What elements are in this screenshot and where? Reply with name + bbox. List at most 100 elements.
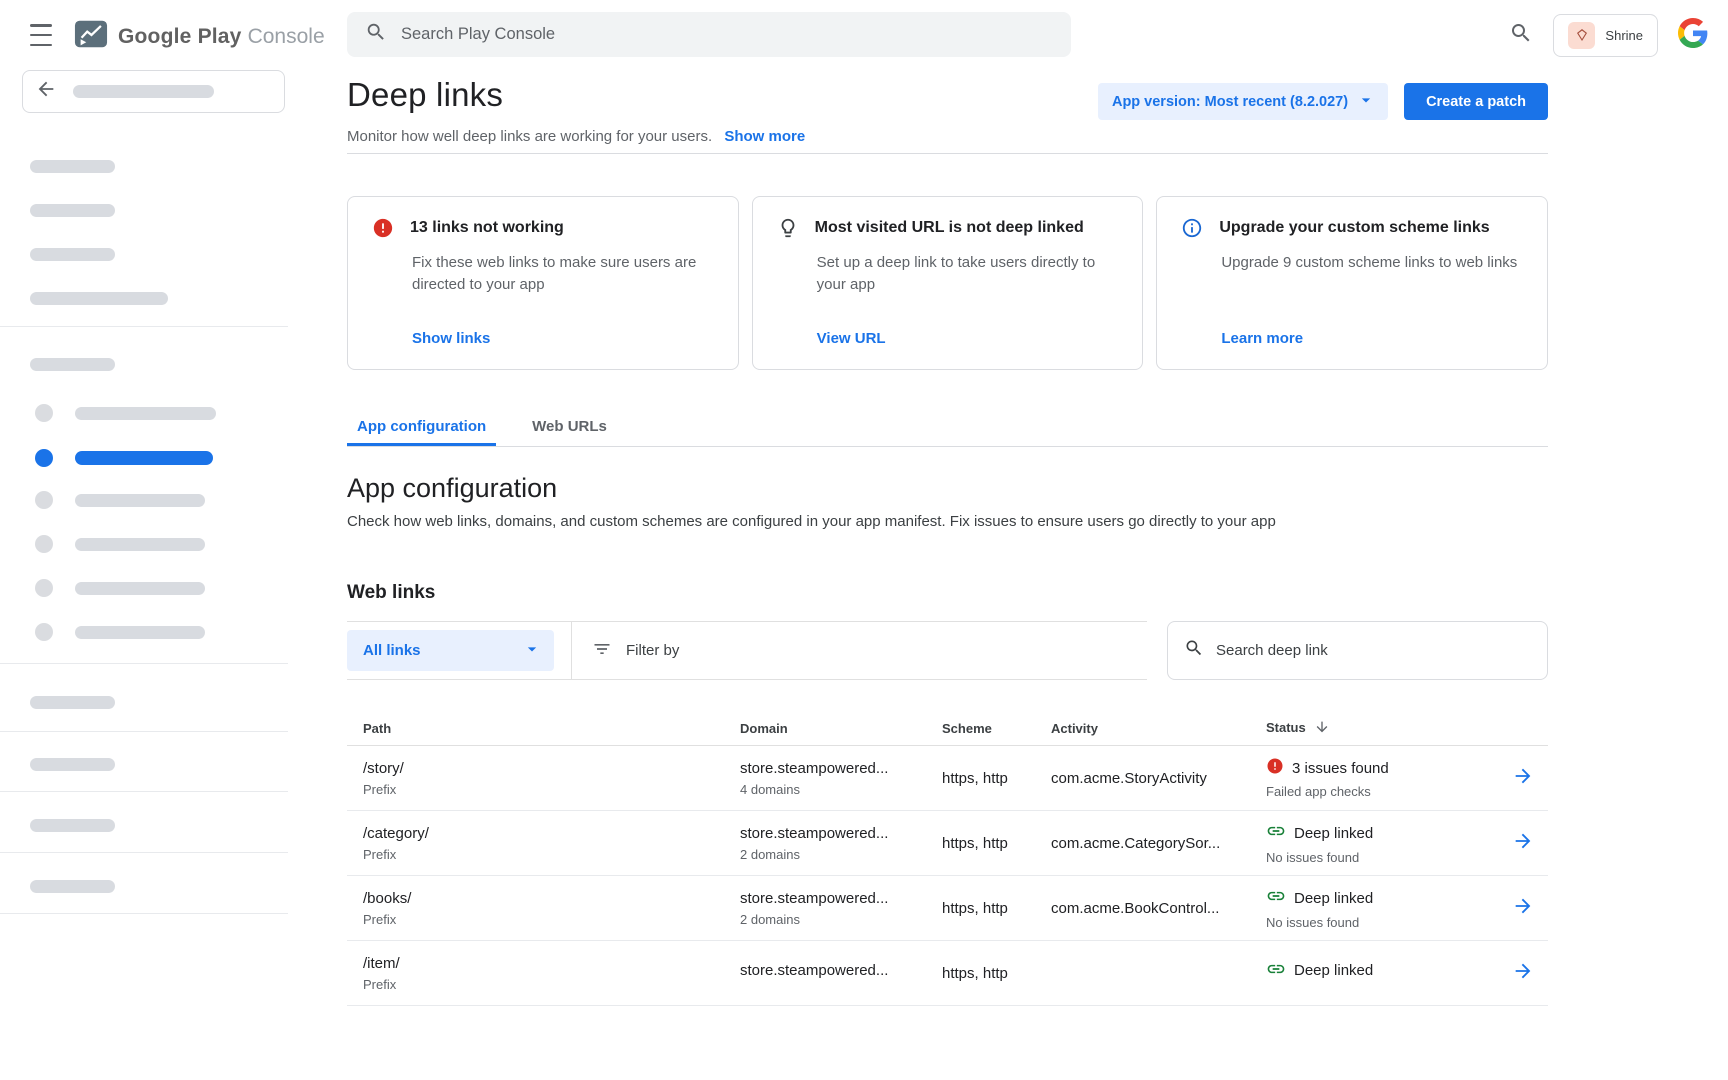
tab-web-urls[interactable]: Web URLs	[522, 408, 617, 446]
row-detail-arrow-icon[interactable]	[1512, 960, 1534, 987]
sidebar-divider	[0, 791, 288, 792]
card-title: 13 links not working	[410, 219, 564, 237]
skeleton-bar	[30, 292, 168, 305]
sidebar-back-button[interactable]	[22, 70, 285, 113]
nav-item-icon-placeholder	[35, 579, 53, 597]
view-url-link[interactable]: View URL	[817, 330, 886, 347]
skeleton-bar	[30, 880, 115, 893]
play-console-logo[interactable]: Google Play Console	[74, 17, 325, 56]
deep-link-search-input[interactable]	[1216, 642, 1531, 659]
domain-value: store.steampowered...	[740, 890, 942, 907]
column-header-activity[interactable]: Activity	[1051, 721, 1266, 736]
google-account-avatar[interactable]	[1678, 18, 1708, 53]
top-app-bar: Google Play Console Shrine	[0, 0, 1728, 70]
status-value: 3 issues found	[1292, 760, 1389, 777]
filter-by-button[interactable]: Filter by	[592, 639, 679, 663]
filter-bar: All links Filter by	[347, 621, 1548, 680]
nav-item-icon-placeholder	[35, 535, 53, 553]
logo-text-primary: Google Play	[118, 25, 242, 49]
filter-divider	[571, 621, 572, 680]
main-content: Deep links App version: Most recent (8.2…	[288, 70, 1728, 1006]
nav-item-icon-placeholder	[35, 623, 53, 641]
links-filter-value: All links	[363, 642, 421, 659]
row-detail-arrow-icon[interactable]	[1512, 830, 1534, 857]
path-type: Prefix	[363, 977, 740, 992]
card-body: Fix these web links to make sure users a…	[412, 252, 714, 296]
column-header-domain[interactable]: Domain	[740, 721, 942, 736]
link-icon	[1266, 886, 1286, 910]
sort-descending-icon[interactable]	[1314, 723, 1330, 738]
skeleton-bar	[75, 407, 216, 420]
card-title: Upgrade your custom scheme links	[1219, 219, 1489, 237]
deep-link-search[interactable]	[1167, 621, 1548, 680]
nav-item-icon-placeholder	[35, 404, 53, 422]
activity-value: com.acme.StoryActivity	[1051, 770, 1266, 787]
lightbulb-icon	[777, 217, 799, 239]
global-search[interactable]	[347, 12, 1071, 57]
app-version-dropdown[interactable]: App version: Most recent (8.2.027)	[1098, 83, 1388, 120]
nav-item-deep-links-active[interactable]	[35, 449, 213, 467]
path-value: /category/	[363, 825, 740, 842]
path-value: /books/	[363, 890, 740, 907]
nav-item-skeleton[interactable]	[35, 623, 205, 641]
insight-cards: 13 links not working Fix these web links…	[347, 196, 1548, 370]
column-header-path[interactable]: Path	[363, 721, 740, 736]
chevron-down-icon	[522, 639, 542, 663]
row-detail-arrow-icon[interactable]	[1512, 895, 1534, 922]
card-body: Upgrade 9 custom scheme links to web lin…	[1221, 252, 1523, 274]
web-links-title: Web links	[347, 582, 1548, 604]
tab-app-configuration[interactable]: App configuration	[347, 408, 496, 446]
skeleton-bar	[30, 358, 115, 371]
table-row[interactable]: /books/ Prefix store.steampowered... 2 d…	[347, 876, 1548, 941]
table-row[interactable]: /story/ Prefix store.steampowered... 4 d…	[347, 746, 1548, 811]
path-type: Prefix	[363, 847, 740, 862]
scheme-value: https, http	[942, 965, 1051, 982]
column-header-scheme[interactable]: Scheme	[942, 721, 1051, 736]
filter-by-label: Filter by	[626, 642, 679, 659]
info-icon	[1181, 217, 1203, 239]
scheme-value: https, http	[942, 900, 1051, 917]
links-filter-dropdown[interactable]: All links	[347, 630, 554, 671]
table-row[interactable]: /category/ Prefix store.steampowered... …	[347, 811, 1548, 876]
learn-more-link[interactable]: Learn more	[1221, 330, 1303, 347]
domain-count: 2 domains	[740, 912, 942, 927]
nav-item-icon-placeholder	[35, 449, 53, 467]
global-search-input[interactable]	[401, 25, 1053, 44]
status-value: Deep linked	[1294, 825, 1373, 842]
topbar-actions: Shrine	[1509, 0, 1708, 70]
logo-text-secondary: Console	[248, 25, 325, 49]
nav-item-skeleton[interactable]	[35, 579, 205, 597]
play-console-logo-icon	[74, 17, 108, 56]
sidebar-divider	[0, 731, 288, 732]
skeleton-bar	[75, 494, 205, 507]
row-detail-arrow-icon[interactable]	[1512, 765, 1534, 792]
skeleton-bar	[30, 819, 115, 832]
status-value: Deep linked	[1294, 890, 1373, 907]
nav-item-skeleton[interactable]	[35, 491, 205, 509]
activity-value: com.acme.BookControl...	[1051, 900, 1266, 917]
table-header: Path Domain Scheme Activity Status	[347, 712, 1548, 746]
skeleton-bar	[75, 582, 205, 595]
domain-value: store.steampowered...	[740, 760, 942, 777]
skeleton-bar	[75, 451, 213, 465]
sidebar-divider	[0, 913, 288, 914]
nav-item-skeleton[interactable]	[35, 535, 205, 553]
error-icon	[1266, 757, 1284, 779]
show-links-link[interactable]: Show links	[412, 330, 490, 347]
skeleton-bar	[75, 626, 205, 639]
domain-count: 2 domains	[740, 847, 942, 862]
app-switcher-chip[interactable]: Shrine	[1553, 14, 1658, 57]
show-more-link[interactable]: Show more	[724, 128, 805, 145]
status-value: Deep linked	[1294, 962, 1373, 979]
table-row[interactable]: /item/ Prefix store.steampowered... http…	[347, 941, 1548, 1006]
page-search-icon[interactable]	[1509, 21, 1533, 50]
create-patch-button[interactable]: Create a patch	[1404, 83, 1548, 120]
arrow-back-icon	[35, 78, 57, 105]
domain-count: 4 domains	[740, 782, 942, 797]
menu-icon[interactable]	[30, 24, 56, 46]
link-icon	[1266, 959, 1286, 983]
column-header-status[interactable]: Status	[1266, 719, 1501, 738]
nav-item-skeleton[interactable]	[35, 404, 216, 422]
filter-icon	[592, 639, 612, 663]
search-icon	[1184, 638, 1204, 663]
